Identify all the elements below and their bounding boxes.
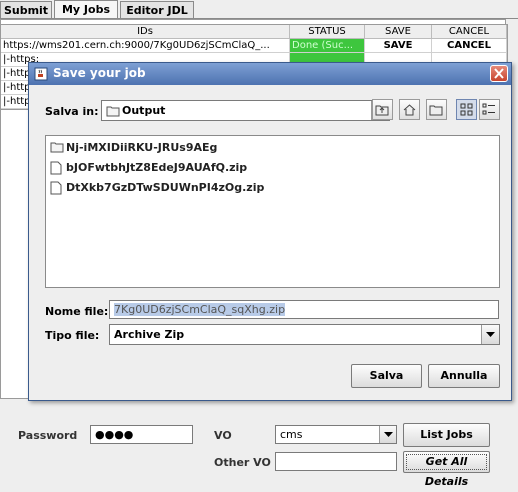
get-all-details-button[interactable]: Get All Details <box>403 451 490 488</box>
table-header: IDs STATUS SAVE CANCEL <box>1 25 507 39</box>
job-id-cell[interactable]: https://wms201.cern.ch:9000/7Kg0UD6zjSCm… <box>1 39 290 53</box>
home-icon[interactable] <box>399 99 420 120</box>
tab-editor-jdl[interactable]: Editor JDL <box>120 1 194 18</box>
cancel-job-button[interactable]: CANCEL <box>432 39 507 53</box>
job-status-cell: Done (Suc... <box>290 39 365 53</box>
vo-label: VO <box>214 429 232 442</box>
password-field[interactable]: ●●●● <box>90 425 193 444</box>
vo-select[interactable]: cms <box>275 425 397 444</box>
folder-icon <box>50 142 64 153</box>
column-header-ids[interactable]: IDs <box>1 25 290 39</box>
other-vo-label: Other VO <box>214 456 271 469</box>
filetype-select[interactable]: Archive Zip <box>109 324 500 345</box>
list-jobs-button[interactable]: List Jobs <box>403 423 490 447</box>
filename-value: 7Kg0UD6zjSCmClaQ_sqXhg.zip <box>114 303 286 316</box>
dialog-titlebar[interactable]: Save your job <box>29 63 511 85</box>
tab-my-jobs[interactable]: My Jobs <box>54 0 118 19</box>
table-row[interactable]: https://wms201.cern.ch:9000/7Kg0UD6zjSCm… <box>1 39 507 53</box>
chevron-down-icon[interactable] <box>481 325 499 344</box>
filetype-value: Archive Zip <box>114 328 185 341</box>
cancel-button[interactable]: Annulla <box>428 364 500 388</box>
dialog-title: Save your job <box>53 66 146 80</box>
list-view-icon[interactable] <box>456 99 477 120</box>
look-in-select[interactable]: Output <box>101 100 390 121</box>
up-folder-icon[interactable] <box>372 99 393 120</box>
look-in-label: Salva in: <box>45 105 99 118</box>
tab-submit[interactable]: Submit <box>0 1 52 18</box>
close-icon[interactable] <box>490 65 508 82</box>
other-vo-input[interactable] <box>275 452 397 471</box>
vo-select-value: cms <box>280 428 303 441</box>
save-dialog: Save your job Salva in: Output Nj-iMXIDi… <box>28 62 512 401</box>
login-panel: Password ●●●● VO cms List Jobs Other VO … <box>0 404 518 488</box>
folder-icon <box>106 106 120 117</box>
tab-divider <box>0 18 518 19</box>
file-icon <box>50 161 62 175</box>
save-button[interactable]: Salva <box>351 364 422 388</box>
file-name: bJOFwtbhJtZ8EdeJ9AUAfQ.zip <box>66 161 248 174</box>
chevron-down-icon[interactable] <box>379 426 396 443</box>
tab-bar: Submit My Jobs Editor JDL <box>0 0 518 19</box>
filename-label: Nome file: <box>45 305 109 318</box>
java-cup-icon <box>34 67 48 81</box>
new-folder-icon[interactable] <box>426 99 447 120</box>
file-name: DtXkb7GzDTwSDUWnPI4zOg.zip <box>66 181 265 194</box>
file-name: Nj-iMXIDiiRKU-JRUs9AEg <box>66 141 218 154</box>
column-header-cancel[interactable]: CANCEL <box>432 25 507 39</box>
save-job-button[interactable]: SAVE <box>365 39 432 53</box>
filename-input[interactable]: 7Kg0UD6zjSCmClaQ_sqXhg.zip <box>109 300 499 319</box>
column-header-save[interactable]: SAVE <box>365 25 432 39</box>
file-list[interactable]: Nj-iMXIDiiRKU-JRUs9AEg bJOFwtbhJtZ8EdeJ9… <box>45 135 500 288</box>
column-header-status[interactable]: STATUS <box>290 25 365 39</box>
details-view-icon[interactable] <box>479 99 500 120</box>
look-in-value: Output <box>122 104 166 117</box>
password-label: Password <box>18 429 78 442</box>
file-icon <box>50 181 62 195</box>
filetype-label: Tipo file: <box>45 329 100 342</box>
